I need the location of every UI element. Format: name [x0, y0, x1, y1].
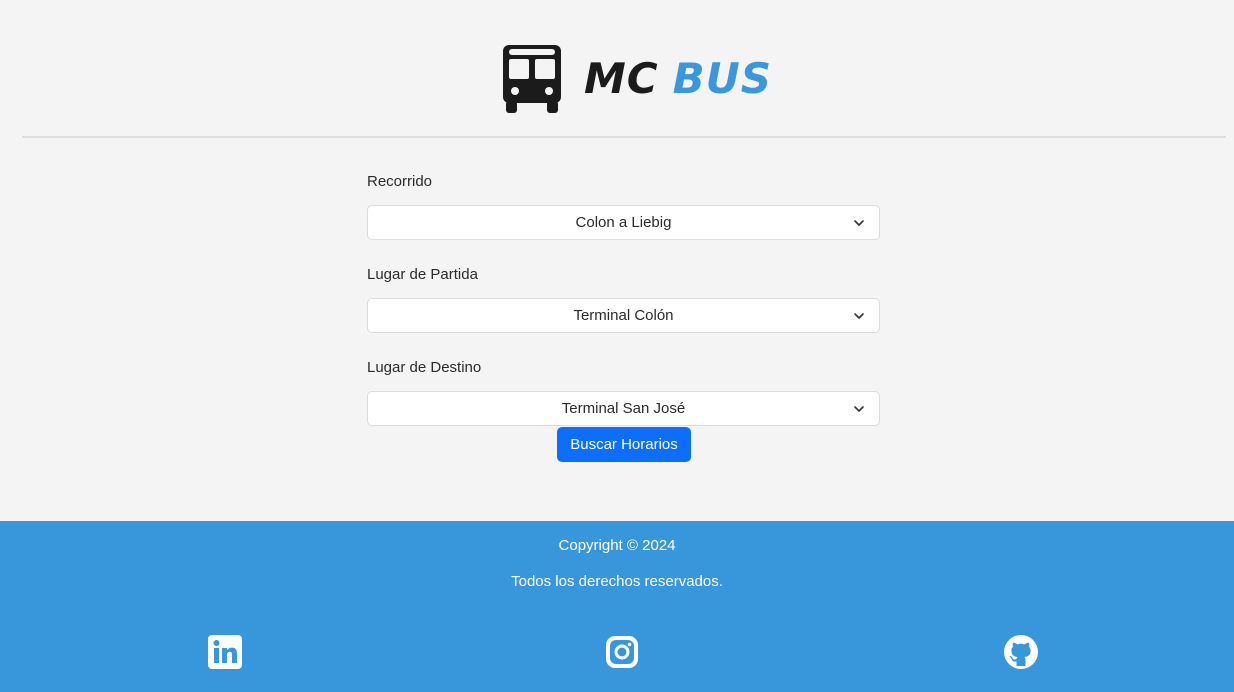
- recorrido-field: Recorrido Colon a Liebig: [367, 172, 880, 240]
- site-footer: Copyright © 2024 Todos los derechos rese…: [0, 521, 1234, 692]
- submit-wrapper: Buscar Horarios: [557, 427, 691, 462]
- brand-logo[interactable]: MC BUS: [502, 42, 772, 116]
- partida-label: Lugar de Partida: [367, 266, 478, 283]
- page: MC BUS Recorrido Colon a Liebig Lugar de…: [0, 0, 1234, 692]
- rights-text: Todos los derechos reservados.: [511, 573, 723, 590]
- github-icon[interactable]: [1003, 634, 1039, 670]
- instagram-icon[interactable]: [604, 634, 640, 670]
- partida-selected-value: Terminal Colón: [573, 307, 674, 324]
- chevron-down-icon: [854, 406, 864, 412]
- schedule-search-form: Recorrido Colon a Liebig Lugar de Partid…: [367, 172, 880, 426]
- site-header: MC BUS: [0, 0, 1234, 136]
- copyright-text: Copyright © 2024: [558, 537, 676, 554]
- brand-name-bus: BUS: [672, 54, 772, 103]
- brand-name: MC BUS: [584, 58, 772, 100]
- header-divider: [22, 136, 1226, 138]
- recorrido-select[interactable]: Colon a Liebig: [367, 205, 880, 240]
- linkedin-icon[interactable]: [207, 634, 243, 670]
- destino-field: Lugar de Destino Terminal San José: [367, 358, 880, 426]
- partida-select[interactable]: Terminal Colón: [367, 298, 880, 333]
- partida-field: Lugar de Partida Terminal Colón: [367, 265, 880, 333]
- recorrido-label: Recorrido: [367, 173, 433, 190]
- destino-select[interactable]: Terminal San José: [367, 391, 880, 426]
- bus-icon: [503, 45, 561, 113]
- chevron-down-icon: [854, 313, 864, 319]
- chevron-down-icon: [854, 220, 864, 226]
- search-schedules-button[interactable]: Buscar Horarios: [557, 427, 691, 462]
- destino-label: Lugar de Destino: [367, 359, 482, 376]
- destino-selected-value: Terminal San José: [561, 400, 686, 417]
- brand-name-mc: MC: [584, 54, 659, 103]
- recorrido-selected-value: Colon a Liebig: [575, 214, 672, 231]
